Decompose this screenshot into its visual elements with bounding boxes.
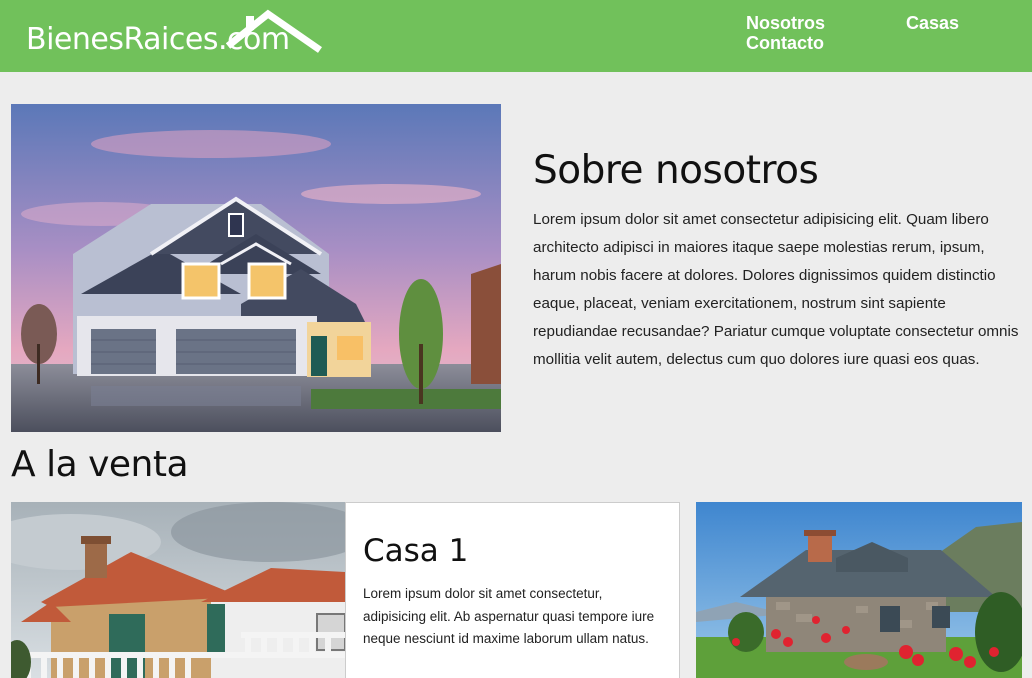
nav-link-nosotros[interactable]: Nosotros (746, 13, 825, 33)
nav-link-contacto[interactable]: Contacto (746, 33, 824, 53)
about-title: Sobre nosotros (533, 148, 819, 193)
about-text: Lorem ipsum dolor sit amet consectetur a… (533, 211, 1019, 368)
casa-1-image (11, 502, 345, 678)
sale-title: A la venta (11, 444, 189, 485)
casa-2-image (696, 502, 1022, 678)
about-house-image (11, 104, 501, 432)
casa-1-card[interactable]: Casa 1 Lorem ipsum dolor sit amet consec… (345, 502, 680, 678)
casa-1-title: Casa 1 (363, 533, 469, 569)
casa-1-description: Lorem ipsum dolor sit amet consectetur, … (363, 586, 655, 646)
house-roof-icon (226, 9, 322, 53)
site-header: BienesRaices.com Nosotros Contacto Casas (0, 0, 1032, 72)
nav-link-casas[interactable]: Casas (906, 13, 959, 33)
